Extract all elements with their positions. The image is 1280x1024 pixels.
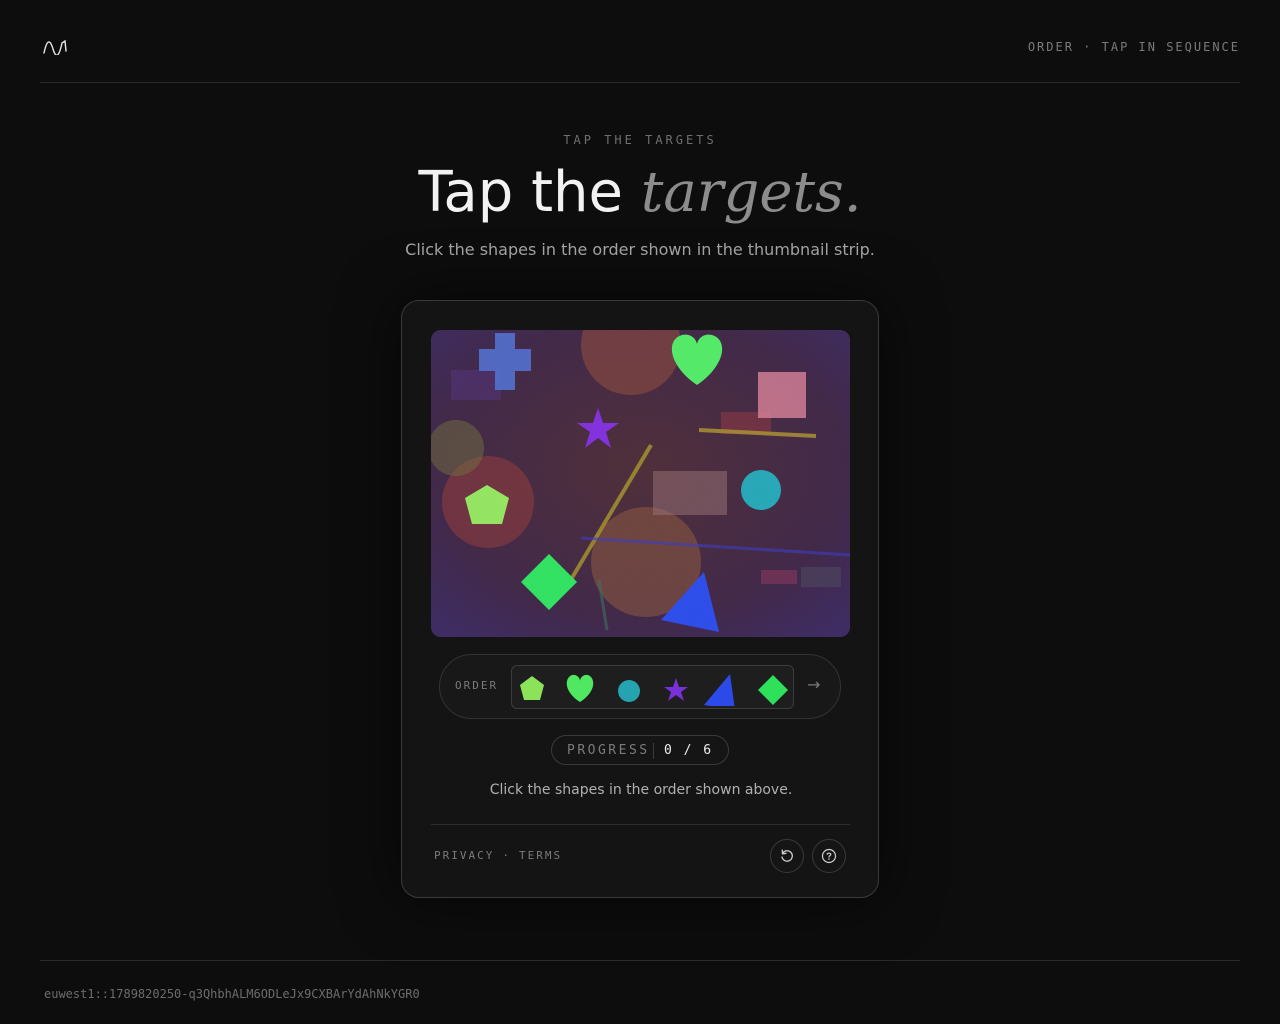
link-separator: · xyxy=(502,849,511,862)
progress-separator xyxy=(653,743,654,759)
thumbnail-strip xyxy=(511,665,794,709)
title-main: Tap the xyxy=(418,160,623,225)
privacy-link[interactable]: PRIVACY xyxy=(434,849,494,862)
session-id: euwest1::1789820250-q3QhbhALM6ODLeJx9CXB… xyxy=(44,987,420,1001)
progress-pill: PROGRESS 0 / 6 xyxy=(551,735,729,765)
thumb-triangle xyxy=(704,674,735,706)
order-bar: ORDER → xyxy=(439,654,841,719)
legal-links: PRIVACY · TERMS xyxy=(434,849,562,862)
progress-label: PROGRESS xyxy=(567,743,650,758)
thumb-star xyxy=(664,678,688,701)
arrow-right-icon[interactable]: → xyxy=(807,675,820,694)
wave-logo-icon[interactable] xyxy=(43,37,67,55)
thumb-circle xyxy=(618,680,640,702)
mode-label: ORDER · TAP IN SEQUENCE xyxy=(1027,40,1240,54)
eyebrow-label: TAP THE TARGETS xyxy=(563,133,717,147)
thumb-diamond xyxy=(758,675,788,705)
reload-button[interactable] xyxy=(770,839,804,873)
progress-value: 0 / 6 xyxy=(664,743,714,758)
thumb-pentagon xyxy=(520,676,544,700)
challenge-card: ORDER → PROGRESS 0 / 6 Click the shapes … xyxy=(401,300,879,898)
page-title: Tap the targets. xyxy=(0,158,1280,228)
page-subtitle: Click the shapes in the order shown in t… xyxy=(405,240,875,259)
instruction-text: Click the shapes in the order shown abov… xyxy=(489,782,793,798)
help-icon xyxy=(821,848,837,864)
title-accent: targets. xyxy=(640,160,862,225)
terms-link[interactable]: TERMS xyxy=(519,849,562,862)
site-header: ORDER · TAP IN SEQUENCE xyxy=(40,0,1240,83)
card-divider xyxy=(431,824,850,825)
help-button[interactable] xyxy=(812,839,846,873)
reload-icon xyxy=(781,849,793,862)
challenge-canvas[interactable] xyxy=(431,330,850,637)
thumb-heart xyxy=(566,674,594,702)
footer-divider xyxy=(40,960,1240,961)
order-label: ORDER xyxy=(455,679,499,692)
